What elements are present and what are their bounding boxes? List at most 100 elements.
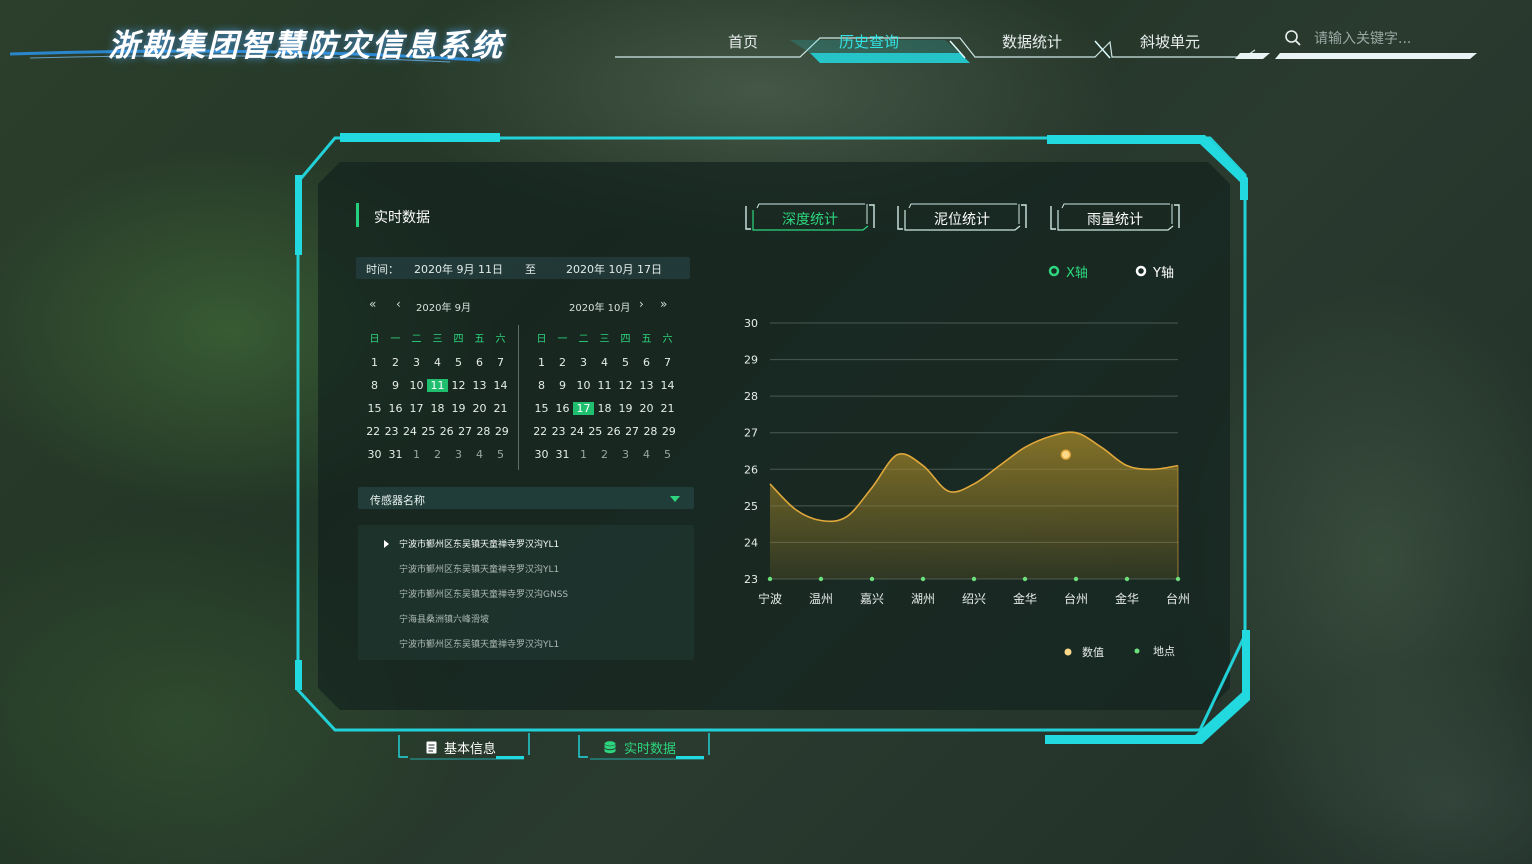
calendar-day[interactable]: 12 [615, 379, 636, 392]
calendar-day[interactable]: 15 [531, 402, 552, 415]
calendar-day[interactable]: 4 [469, 448, 490, 461]
weekday-label: 日 [369, 334, 380, 345]
calendar-day[interactable]: 3 [573, 356, 594, 369]
next-month-icon[interactable]: › [639, 297, 644, 311]
calendar-day[interactable]: 6 [469, 356, 490, 369]
chevron-down-icon[interactable] [670, 496, 680, 502]
sensor-select[interactable]: 传感器名称 [358, 487, 694, 509]
calendar-day[interactable]: 3 [448, 448, 469, 461]
nav-home[interactable]: 首页 [728, 31, 758, 52]
calendar-day[interactable]: 13 [469, 379, 490, 392]
calendar-day[interactable]: 31 [552, 448, 573, 461]
tab-mud-stats[interactable]: 泥位统计 [897, 202, 1027, 232]
calendar-day[interactable]: 18 [594, 402, 615, 415]
sensor-list-item[interactable]: 宁波市鄞州区东吴镇天童禅寺罗汉沟YL1 [399, 637, 559, 650]
calendar-day[interactable]: 20 [469, 402, 490, 415]
calendar-day[interactable]: 7 [657, 356, 678, 369]
calendar-day[interactable]: 21 [490, 402, 511, 415]
calendar-day[interactable]: 21 [657, 402, 678, 415]
calendar-day[interactable]: 8 [364, 379, 385, 392]
calendar-day[interactable]: 27 [456, 425, 474, 438]
calendar-month-label-right: 2020年 10月 [569, 303, 631, 314]
calendar-day[interactable]: 12 [448, 379, 469, 392]
tab-depth-stats[interactable]: 深度统计 [745, 202, 875, 232]
calendar-day[interactable]: 13 [636, 379, 657, 392]
calendar-day[interactable]: 22 [364, 425, 382, 438]
calendar-day[interactable]: 10 [573, 379, 594, 392]
weekday-label: 一 [390, 334, 401, 345]
calendar-day[interactable]: 31 [385, 448, 406, 461]
calendar-day[interactable]: 25 [419, 425, 437, 438]
calendar-day[interactable]: 3 [406, 356, 427, 369]
calendar-day[interactable]: 9 [552, 379, 573, 392]
calendar-day[interactable]: 30 [531, 448, 552, 461]
time-range-bar[interactable]: 时间： 2020年 9月 11日 至 2020年 10月 17日 [356, 257, 690, 279]
calendar-day[interactable]: 5 [615, 356, 636, 369]
calendar-day[interactable]: 18 [427, 402, 448, 415]
end-date[interactable]: 2020年 10月 17日 [566, 261, 662, 277]
calendar-day[interactable]: 26 [438, 425, 456, 438]
nav-statistics[interactable]: 数据统计 [1002, 31, 1062, 52]
sensor-list-item[interactable]: 宁波市鄞州区东吴镇天童禅寺罗汉沟YL1 [399, 562, 559, 575]
calendar-day[interactable]: 9 [385, 379, 406, 392]
calendar-day[interactable]: 2 [552, 356, 573, 369]
prev-year-icon[interactable]: « [369, 297, 376, 311]
calendar-day[interactable]: 3 [615, 448, 636, 461]
calendar-day[interactable]: 24 [401, 425, 419, 438]
calendar-day[interactable]: 6 [636, 356, 657, 369]
calendar-day[interactable]: 28 [474, 425, 492, 438]
search-input[interactable] [1312, 28, 1466, 50]
calendar-day[interactable]: 20 [636, 402, 657, 415]
calendar-day[interactable]: 10 [406, 379, 427, 392]
calendar-day[interactable]: 2 [594, 448, 615, 461]
calendar-day[interactable]: 11 [594, 379, 615, 392]
sensor-list-item[interactable]: 宁波市鄞州区东吴镇天童禅寺罗汉沟YL1 [399, 537, 559, 550]
calendar-day[interactable]: 29 [660, 425, 678, 438]
calendar-day[interactable]: 15 [364, 402, 385, 415]
calendar-day[interactable]: 2 [385, 356, 406, 369]
sensor-list-item[interactable]: 宁海县桑洲镇六峰滑坡 [399, 612, 489, 625]
calendar-day[interactable]: 11 [427, 379, 448, 392]
prev-month-icon[interactable]: ‹ [396, 297, 401, 311]
next-year-icon[interactable]: » [660, 297, 667, 311]
tab-rain-stats[interactable]: 雨量统计 [1050, 202, 1180, 232]
calendar-day[interactable]: 16 [385, 402, 406, 415]
calendar-day[interactable]: 1 [364, 356, 385, 369]
calendar-day[interactable]: 17 [406, 402, 427, 415]
calendar-day[interactable]: 5 [448, 356, 469, 369]
calendar-day[interactable]: 26 [605, 425, 623, 438]
calendar-day[interactable]: 19 [448, 402, 469, 415]
search-icon[interactable] [1284, 29, 1302, 47]
calendar-day[interactable]: 5 [657, 448, 678, 461]
start-date[interactable]: 2020年 9月 11日 [414, 261, 503, 277]
calendar-day[interactable]: 23 [382, 425, 400, 438]
calendar-day[interactable]: 1 [406, 448, 427, 461]
calendar-day[interactable]: 27 [623, 425, 641, 438]
calendar-day[interactable]: 4 [636, 448, 657, 461]
calendar-day[interactable]: 8 [531, 379, 552, 392]
calendar-day[interactable]: 28 [641, 425, 659, 438]
calendar-day[interactable]: 1 [573, 448, 594, 461]
calendar-day[interactable]: 22 [531, 425, 549, 438]
calendar-day[interactable]: 24 [568, 425, 586, 438]
sensor-list-item[interactable]: 宁波市鄞州区东吴镇天童禅寺罗汉沟GNSS [399, 587, 568, 600]
calendar-day[interactable]: 14 [657, 379, 678, 392]
calendar-day[interactable]: 30 [364, 448, 385, 461]
calendar-day[interactable]: 16 [552, 402, 573, 415]
calendar-day[interactable]: 25 [586, 425, 604, 438]
calendar-day[interactable]: 23 [549, 425, 567, 438]
calendar-day[interactable]: 5 [490, 448, 511, 461]
calendar-day[interactable]: 19 [615, 402, 636, 415]
calendar-day[interactable]: 1 [531, 356, 552, 369]
calendar-day[interactable]: 7 [490, 356, 511, 369]
calendar-day[interactable]: 17 [573, 402, 594, 415]
bottom-tab-basic-info[interactable]: 基本信息 [396, 731, 532, 765]
calendar-day[interactable]: 2 [427, 448, 448, 461]
calendar-day[interactable]: 4 [594, 356, 615, 369]
nav-history[interactable]: 历史查询 [839, 31, 899, 52]
nav-slope-unit[interactable]: 斜坡单元 [1140, 31, 1200, 52]
bottom-tab-realtime[interactable]: 实时数据 [576, 731, 712, 765]
calendar-day[interactable]: 14 [490, 379, 511, 392]
calendar-day[interactable]: 4 [427, 356, 448, 369]
calendar-day[interactable]: 29 [493, 425, 511, 438]
